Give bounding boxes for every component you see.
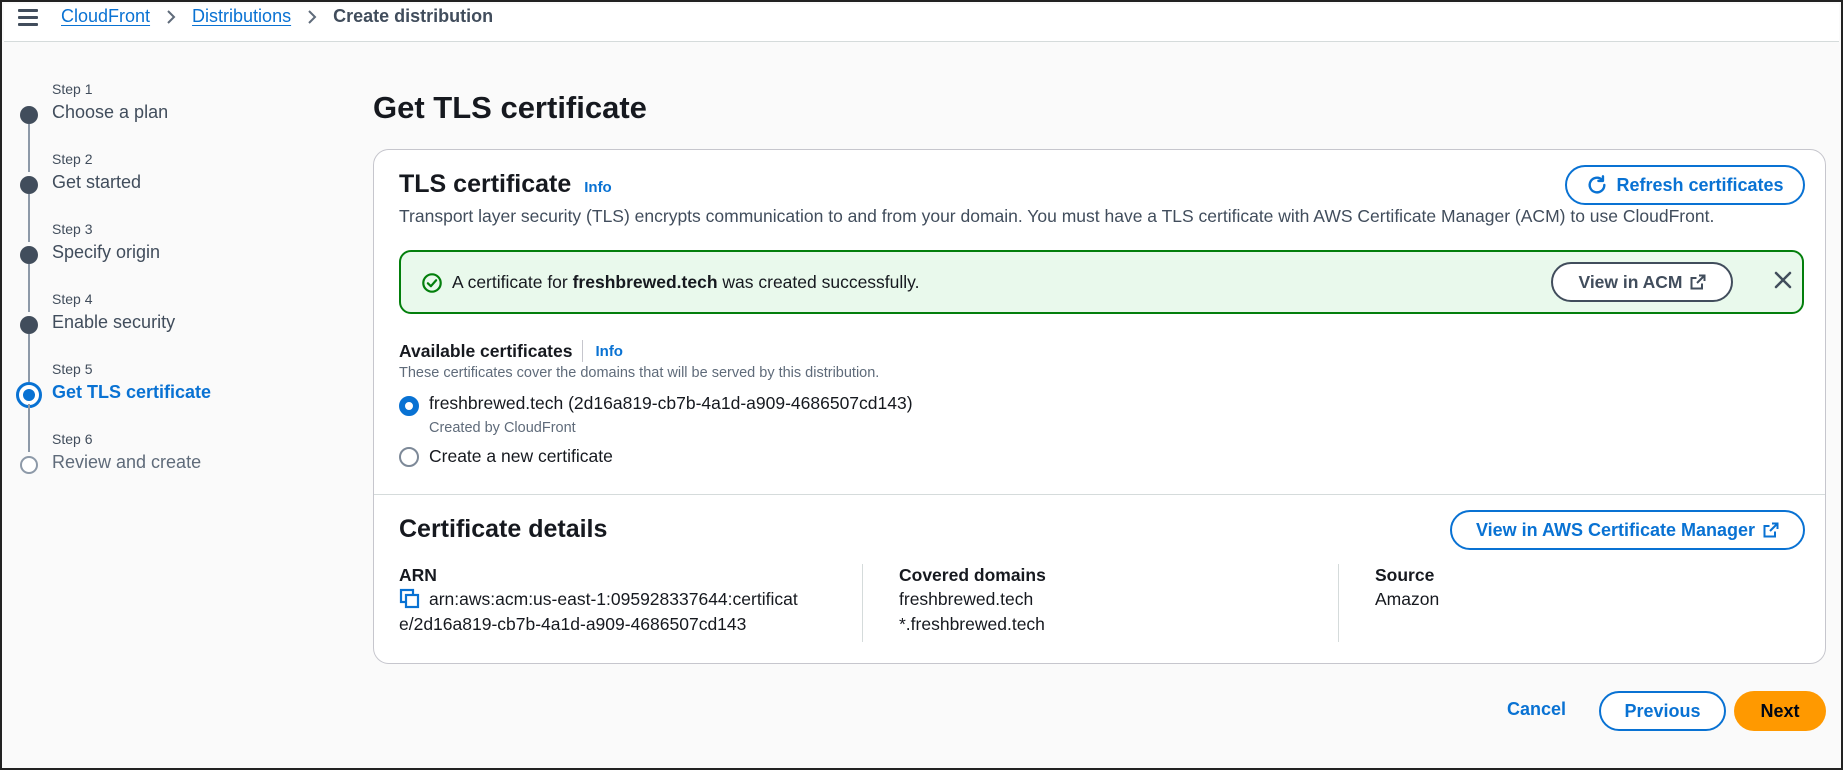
step-pending-icon xyxy=(20,456,38,474)
copy-icon[interactable] xyxy=(399,588,421,610)
step-number: Step 4 xyxy=(52,291,93,307)
close-icon[interactable] xyxy=(1773,270,1793,290)
breadcrumb-distributions[interactable]: Distributions xyxy=(192,6,291,27)
step-title: Enable security xyxy=(52,312,176,332)
success-check-icon xyxy=(422,273,442,293)
column-divider xyxy=(1338,564,1339,642)
source-value: Amazon xyxy=(1375,589,1440,609)
breadcrumb-current: Create distribution xyxy=(333,6,494,26)
step-title: Get started xyxy=(52,172,142,192)
tls-section-header: TLS certificate Info xyxy=(399,170,612,199)
step-done-icon xyxy=(20,176,38,194)
step-2[interactable]: Step 2 Get started xyxy=(16,150,296,242)
tls-section-title: TLS certificate xyxy=(399,170,572,198)
chevron-right-icon xyxy=(167,9,176,24)
chevron-right-icon xyxy=(308,9,317,24)
available-info-link[interactable]: Info xyxy=(595,343,623,360)
step-5: Step 5 Get TLS certificate xyxy=(16,360,296,452)
radio-new-certificate[interactable] xyxy=(399,447,419,467)
refresh-certificates-label: Refresh certificates xyxy=(1616,174,1784,195)
step-number: Step 1 xyxy=(52,81,93,97)
tls-info-link[interactable]: Info xyxy=(584,179,612,196)
arn-value-line1: arn:aws:acm:us-east-1:095928337644:certi… xyxy=(429,589,798,609)
covered-domains-label: Covered domains xyxy=(899,565,1046,585)
success-message-suffix: was created successfully. xyxy=(717,272,920,292)
cancel-button[interactable]: Cancel xyxy=(1507,699,1566,720)
tls-description: Transport layer security (TLS) encrypts … xyxy=(399,206,1715,226)
available-certificates-label: Available certificates Info xyxy=(399,340,623,362)
refresh-icon xyxy=(1588,175,1606,194)
menu-icon[interactable] xyxy=(18,9,38,27)
success-message-prefix: A certificate for xyxy=(452,272,573,292)
step-title: Specify origin xyxy=(52,242,161,262)
step-1[interactable]: Step 1 Choose a plan xyxy=(16,80,296,172)
column-divider xyxy=(862,564,863,642)
app-frame: CloudFront Distributions Create distribu… xyxy=(0,0,1843,770)
success-alert: A certificate for freshbrewed.tech was c… xyxy=(399,250,1804,314)
step-4[interactable]: Step 4 Enable security xyxy=(16,290,296,382)
step-3[interactable]: Step 3 Specify origin xyxy=(16,220,296,312)
step-done-icon xyxy=(20,246,38,264)
section-divider xyxy=(374,494,1825,495)
tls-certificate-panel: TLS certificate Info Refresh certificate… xyxy=(373,149,1826,664)
step-title: Review and create xyxy=(52,452,202,472)
next-label: Next xyxy=(1760,700,1800,721)
next-button[interactable]: Next xyxy=(1734,691,1826,731)
view-in-certificate-manager-button[interactable]: View in AWS Certificate Manager xyxy=(1450,510,1805,550)
certificate-details-title: Certificate details xyxy=(399,515,608,543)
covered-domain: freshbrewed.tech xyxy=(899,589,1034,609)
existing-certificate-sub: Created by CloudFront xyxy=(429,420,576,436)
page-title: Get TLS certificate xyxy=(373,90,647,125)
view-in-certificate-manager-label: View in AWS Certificate Manager xyxy=(1475,519,1756,540)
step-number: Step 2 xyxy=(52,151,93,167)
available-certificates-title: Available certificates xyxy=(399,340,573,361)
previous-button[interactable]: Previous xyxy=(1599,691,1726,731)
step-title: Choose a plan xyxy=(52,102,169,122)
wizard-steps: Step 1 Choose a plan Step 2 Get started … xyxy=(16,80,296,500)
step-number: Step 6 xyxy=(52,431,93,447)
previous-label: Previous xyxy=(1624,700,1701,721)
step-done-icon xyxy=(20,316,38,334)
step-done-icon xyxy=(20,106,38,124)
available-certificates-description: These certificates cover the domains tha… xyxy=(399,365,880,381)
view-in-acm-label: View in ACM xyxy=(1578,271,1683,292)
external-link-icon xyxy=(1763,522,1779,538)
step-number: Step 5 xyxy=(52,361,93,377)
arn-label: ARN xyxy=(399,565,437,585)
refresh-certificates-button[interactable]: Refresh certificates xyxy=(1565,165,1805,205)
arn-value-line2: e/2d16a819-cb7b-4a1d-a909-4686507cd143 xyxy=(399,614,747,634)
top-navigation: CloudFront Distributions Create distribu… xyxy=(4,4,1839,42)
success-message: A certificate for freshbrewed.tech was c… xyxy=(452,272,920,293)
radio-existing-certificate[interactable] xyxy=(399,396,419,416)
new-certificate-label[interactable]: Create a new certificate xyxy=(429,446,613,467)
breadcrumb-cloudfront[interactable]: CloudFront xyxy=(61,6,150,27)
step-6: Step 6 Review and create xyxy=(16,430,296,500)
step-title: Get TLS certificate xyxy=(52,382,212,402)
breadcrumb: CloudFront Distributions Create distribu… xyxy=(61,6,493,27)
view-in-acm-button[interactable]: View in ACM xyxy=(1551,262,1733,302)
source-label: Source xyxy=(1375,565,1435,585)
existing-certificate-label[interactable]: freshbrewed.tech (2d16a819-cb7b-4a1d-a90… xyxy=(429,393,913,414)
success-message-domain: freshbrewed.tech xyxy=(572,272,718,292)
step-number: Step 3 xyxy=(52,221,93,237)
external-link-icon xyxy=(1690,274,1706,290)
label-divider xyxy=(582,340,584,362)
covered-domain: *.freshbrewed.tech xyxy=(899,614,1045,634)
